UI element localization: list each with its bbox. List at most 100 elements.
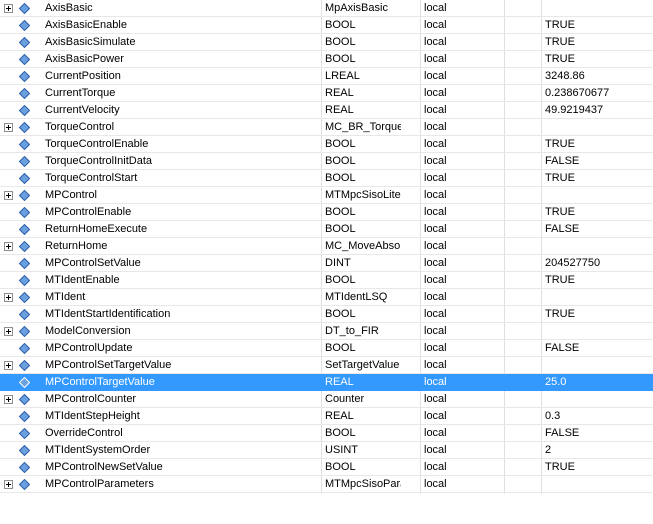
variable-name: TorqueControlInitData bbox=[45, 155, 153, 167]
expand-plus-icon[interactable] bbox=[4, 293, 13, 302]
variable-value[interactable]: TRUE bbox=[545, 51, 650, 68]
variable-value[interactable]: 204527750 bbox=[545, 255, 650, 272]
expand-plus-icon[interactable] bbox=[4, 327, 13, 336]
expand-plus-icon[interactable] bbox=[4, 242, 13, 251]
variable-icon bbox=[19, 462, 30, 473]
variable-row[interactable]: ReturnHome MC_MoveAbsolu local bbox=[0, 238, 653, 255]
variable-name: MPControl bbox=[45, 189, 97, 201]
variable-type: REAL bbox=[325, 87, 354, 99]
variable-icon bbox=[19, 207, 30, 218]
variable-type: BOOL bbox=[325, 155, 356, 167]
variable-scope: local bbox=[424, 223, 447, 235]
variable-icon bbox=[19, 394, 30, 405]
variable-row[interactable]: MPControlSetTargetValue SetTargetValue loc… bbox=[0, 357, 653, 374]
variable-value[interactable]: 2 bbox=[545, 442, 650, 459]
variable-value[interactable]: TRUE bbox=[545, 306, 650, 323]
variable-row[interactable]: CurrentPosition LREAL local 3248.86 bbox=[0, 68, 653, 85]
variable-value[interactable]: TRUE bbox=[545, 272, 650, 289]
variable-row[interactable]: MPControlSetValue DINT local 204527750 bbox=[0, 255, 653, 272]
variable-name: TorqueControlEnable bbox=[45, 138, 149, 150]
variable-value[interactable]: TRUE bbox=[545, 170, 650, 187]
variable-scope: local bbox=[424, 376, 447, 388]
variable-row[interactable]: MTIdent MTIdentLSQ local bbox=[0, 289, 653, 306]
variable-row[interactable]: AxisBasicPower BOOL local TRUE bbox=[0, 51, 653, 68]
variable-row[interactable]: MTIdentStartIdentification BOOL local TRUE bbox=[0, 306, 653, 323]
variable-icon bbox=[19, 309, 30, 320]
variable-value[interactable]: 0.238670677 bbox=[545, 85, 650, 102]
variable-value[interactable]: 0.3 bbox=[545, 408, 650, 425]
variable-value[interactable]: TRUE bbox=[545, 204, 650, 221]
variable-row[interactable]: MPControlTargetValue REAL local 25.0 bbox=[0, 374, 653, 391]
variable-row[interactable]: ReturnHomeExecute BOOL local FALSE bbox=[0, 221, 653, 238]
expand-plus-icon[interactable] bbox=[4, 395, 13, 404]
variable-value[interactable]: TRUE bbox=[545, 459, 650, 476]
variable-name: MTIdentEnable bbox=[45, 274, 120, 286]
expand-plus-icon[interactable] bbox=[4, 480, 13, 489]
variable-value[interactable]: FALSE bbox=[545, 153, 650, 170]
variable-icon bbox=[19, 360, 30, 371]
variable-row[interactable]: MTIdentStepHeight REAL local 0.3 bbox=[0, 408, 653, 425]
variable-name: MPControlEnable bbox=[45, 206, 132, 218]
variable-value[interactable]: 25.0 bbox=[545, 374, 650, 391]
variable-row[interactable]: TorqueControlInitData BOOL local FALSE bbox=[0, 153, 653, 170]
variable-row[interactable]: MTIdentEnable BOOL local TRUE bbox=[0, 272, 653, 289]
variable-row[interactable]: MPControl MTMpcSisoLite local bbox=[0, 187, 653, 204]
variable-scope: local bbox=[424, 427, 447, 439]
variable-row[interactable]: CurrentVelocity REAL local 49.9219437 bbox=[0, 102, 653, 119]
variable-value[interactable]: TRUE bbox=[545, 34, 650, 51]
variable-type: MTIdentLSQ bbox=[325, 291, 388, 303]
variable-value[interactable]: TRUE bbox=[545, 136, 650, 153]
variable-name: MTIdentStepHeight bbox=[45, 410, 140, 422]
variable-type: MpAxisBasic bbox=[325, 2, 388, 14]
variable-row[interactable]: MPControlParameters MTMpcSisoPara local bbox=[0, 476, 653, 493]
variable-icon bbox=[19, 71, 30, 82]
variable-row[interactable]: CurrentTorque REAL local 0.238670677 bbox=[0, 85, 653, 102]
expand-plus-icon[interactable] bbox=[4, 4, 13, 13]
variable-name: MPControlNewSetValue bbox=[45, 461, 163, 473]
variable-scope: local bbox=[424, 291, 447, 303]
variable-row[interactable]: MTIdentSystemOrder USINT local 2 bbox=[0, 442, 653, 459]
variable-value[interactable]: 3248.86 bbox=[545, 68, 650, 85]
variable-row[interactable]: TorqueControlStart BOOL local TRUE bbox=[0, 170, 653, 187]
variable-scope: local bbox=[424, 257, 447, 269]
variable-icon bbox=[19, 241, 30, 252]
variable-row[interactable]: MPControlEnable BOOL local TRUE bbox=[0, 204, 653, 221]
variable-type: MTMpcSisoPara bbox=[325, 478, 401, 490]
variable-type: BOOL bbox=[325, 223, 356, 235]
variable-scope: local bbox=[424, 461, 447, 473]
variable-scope: local bbox=[424, 359, 447, 371]
variable-value[interactable]: FALSE bbox=[545, 340, 650, 357]
variable-scope: local bbox=[424, 70, 447, 82]
variable-type: BOOL bbox=[325, 274, 356, 286]
variable-scope: local bbox=[424, 325, 447, 337]
expand-plus-icon[interactable] bbox=[4, 361, 13, 370]
variable-row[interactable]: AxisBasicSimulate BOOL local TRUE bbox=[0, 34, 653, 51]
variable-row[interactable]: OverrideControl BOOL local FALSE bbox=[0, 425, 653, 442]
variable-icon bbox=[19, 88, 30, 99]
variable-icon bbox=[19, 224, 30, 235]
variable-row[interactable]: AxisBasic MpAxisBasic local bbox=[0, 0, 653, 17]
variable-value[interactable]: 49.9219437 bbox=[545, 102, 650, 119]
variable-row[interactable]: TorqueControl MC_BR_Torque local bbox=[0, 119, 653, 136]
expand-plus-icon[interactable] bbox=[4, 123, 13, 132]
variable-name: CurrentTorque bbox=[45, 87, 116, 99]
variable-value[interactable]: FALSE bbox=[545, 425, 650, 442]
variable-icon bbox=[19, 275, 30, 286]
variable-name: MTIdentSystemOrder bbox=[45, 444, 151, 456]
variable-row[interactable]: MPControlNewSetValue BOOL local TRUE bbox=[0, 459, 653, 476]
expand-plus-icon[interactable] bbox=[4, 191, 13, 200]
variable-value[interactable]: FALSE bbox=[545, 221, 650, 238]
variable-row[interactable]: TorqueControlEnable BOOL local TRUE bbox=[0, 136, 653, 153]
variable-icon bbox=[19, 173, 30, 184]
variable-row[interactable]: MPControlCounter Counter local bbox=[0, 391, 653, 408]
variable-type: LREAL bbox=[325, 70, 360, 82]
variable-name: AxisBasicPower bbox=[45, 53, 124, 65]
variable-icon bbox=[19, 20, 30, 31]
variable-type: USINT bbox=[325, 444, 358, 456]
variable-row[interactable]: ModelConversion DT_to_FIR local bbox=[0, 323, 653, 340]
variable-row[interactable]: AxisBasicEnable BOOL local TRUE bbox=[0, 17, 653, 34]
variable-value[interactable]: TRUE bbox=[545, 17, 650, 34]
variable-row[interactable]: MPControlUpdate BOOL local FALSE bbox=[0, 340, 653, 357]
variable-name: MTIdent bbox=[45, 291, 86, 303]
variable-type: MTMpcSisoLite bbox=[325, 189, 401, 201]
